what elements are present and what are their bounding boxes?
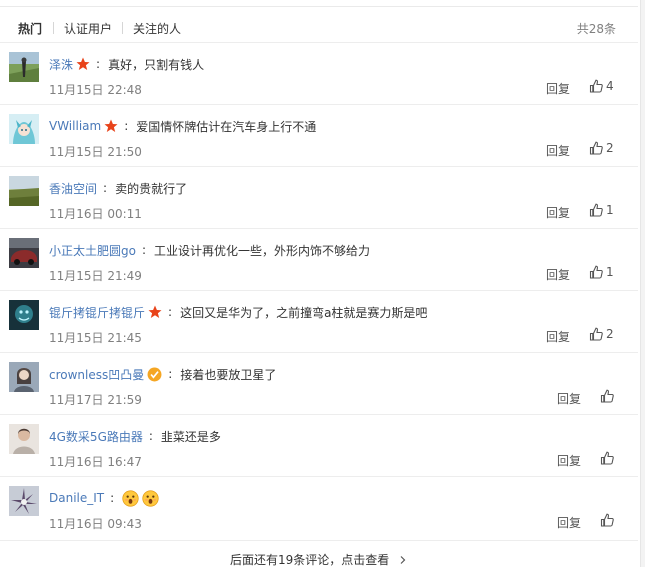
tab-following[interactable]: 关注的人 [133,20,181,37]
reply-button[interactable]: 回复 [557,514,581,531]
tab-separator [122,22,123,34]
like-button[interactable] [600,513,614,527]
chevron-right-icon [400,556,406,564]
more-comments-text: 后面还有19条评论，点击查看 [229,553,390,567]
comment-text: 韭菜还是多 [160,429,221,444]
username[interactable]: crownless凹凸曼 [49,366,144,383]
colon: : [110,491,115,505]
colon: : [96,57,101,71]
thumbs-up-icon [600,451,614,465]
colon: : [168,305,173,319]
comment-time: 11月15日 22:48 [49,83,142,97]
like-count: 4 [606,79,614,93]
username[interactable]: 4G数采5G路由器 [49,428,143,445]
username[interactable]: 泽洙 [49,56,73,73]
like-button[interactable]: 4 [589,79,614,93]
thumbs-up-icon [589,203,603,217]
comment-item: 4G数采5G路由器 : 韭菜还是多 11月16日 16:47 回复 [0,414,638,476]
comment-text: 工业设计再优化一些，外形内饰不够给力 [154,243,371,258]
comment-text: 爱国情怀牌估计在汽车身上行不通 [136,119,317,134]
avatar[interactable] [9,300,39,330]
username[interactable]: Danile_IT [49,491,104,505]
comment-text: 卖的贵就行了 [115,181,188,196]
colon: : [103,181,108,195]
comment-item: 锟斤拷锟斤拷锟斤 : 这回又是华为了，之前撞弯a柱就是赛力斯是吧 11月15日 … [0,290,638,352]
tab-separator [53,22,54,34]
comment-text: 接着也要放卫星了 [180,367,277,382]
avatar[interactable] [9,238,39,268]
avatar[interactable] [9,52,39,82]
comment-item: Danile_IT : 11月16日 09:43 回复 [0,476,638,538]
tab-verified-users[interactable]: 认证用户 [64,20,112,37]
like-button[interactable]: 2 [589,327,614,341]
reply-button[interactable]: 回复 [557,390,581,407]
colon: : [141,243,147,257]
avatar[interactable] [9,486,39,516]
comment-time: 11月16日 00:11 [49,207,142,221]
colon: : [148,429,153,443]
comment-time: 11月15日 21:45 [49,331,142,345]
comment-text: 真好，只割有钱人 [108,57,205,72]
surprised-face-emoji-icon [142,489,159,507]
comment-item: 香油空间 : 卖的贵就行了 11月16日 00:11 回复 1 [0,166,638,228]
reply-button[interactable]: 回复 [546,80,570,97]
comment-item: crownless凹凸曼 : 接着也要放卫星了 11月17日 21:59 回复 [0,352,638,414]
comment-time: 11月15日 21:49 [49,269,142,283]
like-button[interactable] [600,389,614,403]
comment-item: 小正太土肥圆go : 工业设计再优化一些，外形内饰不够给力 11月15日 21:… [0,228,638,290]
reply-button[interactable]: 回复 [546,328,570,345]
like-count: 1 [606,265,614,279]
avatar[interactable] [9,176,39,206]
username[interactable]: VWilliam [49,119,101,133]
comment-time: 11月16日 16:47 [49,455,142,469]
thumbs-up-icon [589,141,603,155]
comment-time: 11月17日 21:59 [49,393,142,407]
thumbs-up-icon [589,327,603,341]
scrollbar[interactable] [640,0,645,567]
reply-button[interactable]: 回复 [546,204,570,221]
avatar[interactable] [9,362,39,392]
star-badge-icon [148,305,162,318]
thumbs-up-icon [600,513,614,527]
thumbs-up-icon [589,79,603,93]
avatar[interactable] [9,424,39,454]
reply-button[interactable]: 回复 [546,266,570,283]
more-comments-link[interactable]: 后面还有19条评论，点击查看 [0,540,638,567]
reply-button[interactable]: 回复 [546,142,570,159]
total-count: 共28条 [576,22,616,36]
colon: : [124,119,129,133]
comment-item: 泽洙 : 真好，只割有钱人 11月15日 22:48 回复 4 [0,42,638,104]
like-button[interactable] [600,451,614,465]
comment-text: 这回又是华为了，之前撞弯a柱就是赛力斯是吧 [180,305,428,320]
reply-button[interactable]: 回复 [557,452,581,469]
comment-time: 11月16日 09:43 [49,517,142,531]
colon: : [168,367,173,381]
like-count: 2 [606,327,614,341]
comment-list: 泽洙 : 真好，只割有钱人 11月15日 22:48 回复 4 VWilliam… [0,42,638,538]
thumbs-up-icon [600,389,614,403]
surprised-face-emoji-icon [122,489,139,507]
username[interactable]: 小正太土肥圆go [49,242,136,259]
like-button[interactable]: 1 [589,265,614,279]
username[interactable]: 锟斤拷锟斤拷锟斤 [49,304,145,321]
like-button[interactable]: 1 [589,203,614,217]
username[interactable]: 香油空间 [49,180,97,197]
tab-hot[interactable]: 热门 [18,20,42,37]
comment-time: 11月15日 21:50 [49,145,142,159]
avatar[interactable] [9,114,39,144]
like-count: 1 [606,203,614,217]
comment-tabs: 热门 认证用户 关注的人 共28条 [0,14,638,42]
star-badge-icon [76,57,90,70]
like-count: 2 [606,141,614,155]
comment-item: VWilliam : 爱国情怀牌估计在汽车身上行不通 11月15日 21:50 … [0,104,638,166]
thumbs-up-icon [589,265,603,279]
top-divider [0,6,638,7]
verified-badge-icon [147,367,162,381]
like-button[interactable]: 2 [589,141,614,155]
star-badge-icon [104,119,118,132]
